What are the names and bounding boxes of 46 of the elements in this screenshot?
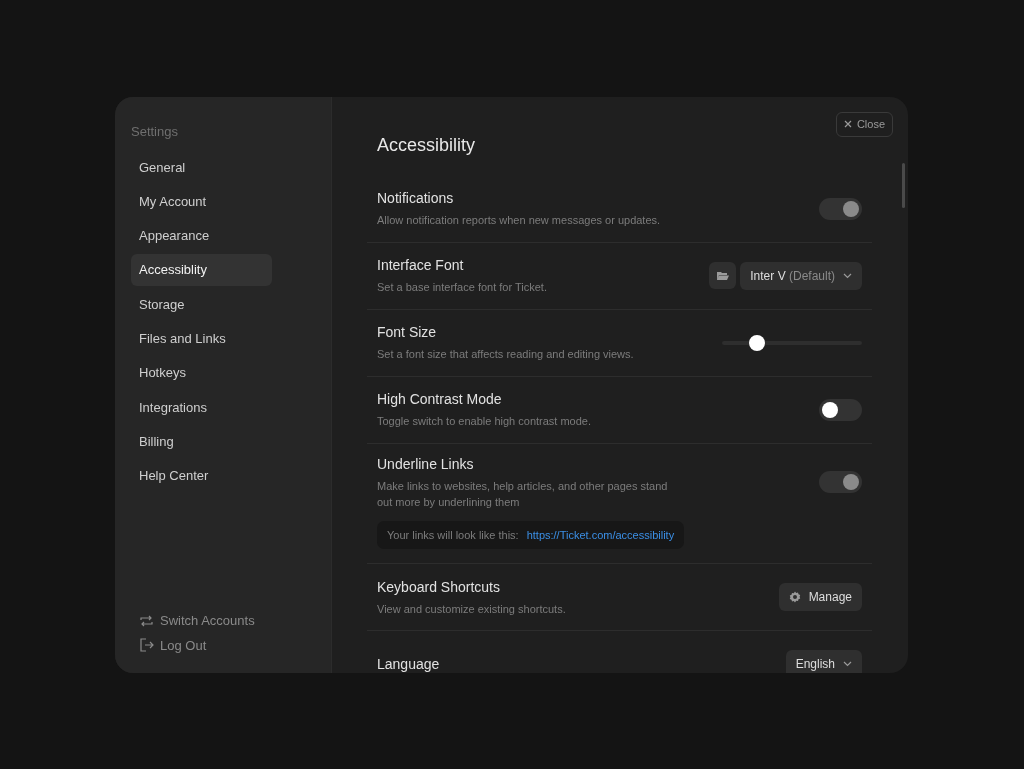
setting-description: Set a font size that affects reading and editing views. [377,347,634,363]
close-button[interactable]: Close [835,112,893,137]
setting-title: Underline Links [377,454,475,474]
chevron-down-icon [843,272,852,279]
sidebar-item[interactable]: Appearance [131,220,272,252]
sidebar-heading: Settings [131,123,179,141]
setting-description: Make links to websites, help articles, and other pages stand out more by underlining them [377,478,669,511]
sidebar-item[interactable]: Billing [131,425,272,458]
toggle-switch[interactable] [819,471,862,494]
page-title: Accessibility [377,135,477,157]
manage-button[interactable]: Manage [778,583,862,612]
sidebar-item[interactable]: Hotkeys [131,357,272,389]
gear-icon [788,591,801,604]
setting-description: Toggle switch to enable high contrast mode. [377,414,592,430]
preview-text: Your links will look like this: [387,527,519,543]
setting-title: Language [377,654,440,673]
sidebar-item[interactable]: Accessiblity [131,254,272,286]
toggle-switch[interactable] [819,197,862,220]
setting-title: Interface Font [377,256,465,276]
font-dropdown[interactable]: Inter V (Default) [740,261,862,290]
slider-thumb[interactable] [749,334,765,351]
switch-accounts-link[interactable]: Switch Accounts [139,611,315,631]
sidebar-item[interactable]: My Account [131,185,272,218]
folder-icon [716,270,729,281]
sidebar-item[interactable]: Storage [131,288,272,321]
setting-title: Notifications [377,189,455,209]
language-dropdown[interactable]: English [785,650,862,673]
log-out-icon [139,638,154,653]
setting-description: Allow notification reports when new messages or updates. [377,213,661,229]
arrows-swap-icon [139,613,154,628]
setting-description: View and customize existing shortcuts. [377,601,566,617]
close-icon [843,120,852,129]
log-out-link[interactable]: Log Out [139,635,315,655]
setting-title: High Contrast Mode [377,390,503,410]
chevron-down-icon [843,661,852,668]
setting-title: Font Size [377,323,438,343]
sidebar-item[interactable]: Integrations [131,391,272,424]
folder-button[interactable] [709,262,737,290]
sidebar-item[interactable]: Help Center [131,460,272,492]
scrollbar[interactable] [902,163,905,208]
sidebar-item[interactable]: General [131,151,272,183]
sidebar-item[interactable]: Files and Links [131,323,272,355]
preview-link[interactable]: https://Ticket.com/accessibility [526,526,675,544]
setting-description: Set a base interface font for Ticket. [377,280,547,296]
toggle-switch[interactable] [819,398,862,421]
setting-title: Keyboard Shortcuts [377,577,501,597]
